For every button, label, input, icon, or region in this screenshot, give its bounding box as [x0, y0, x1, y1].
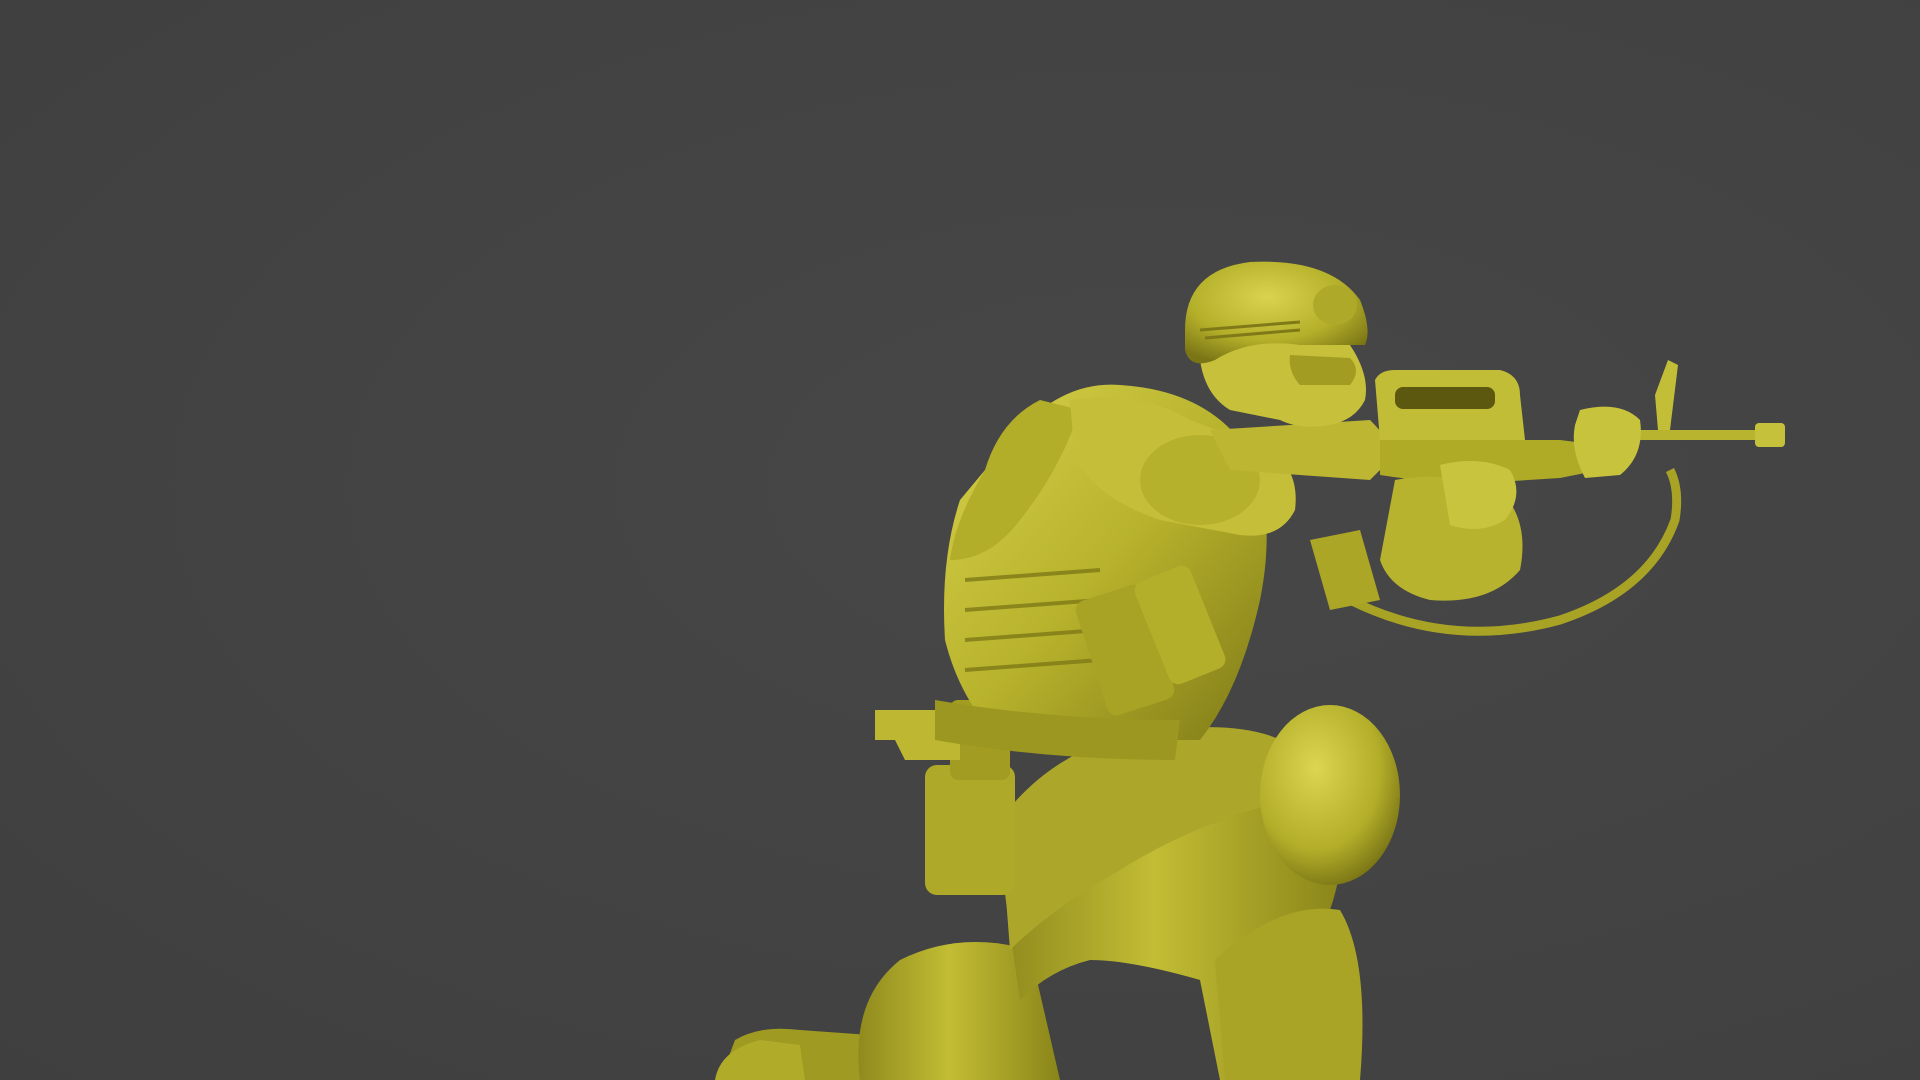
soldier-model — [715, 261, 1785, 1080]
3d-viewport — [0, 0, 1920, 1080]
trigger-hand — [1440, 461, 1517, 529]
rear-boot — [715, 1040, 805, 1080]
knee-pad — [1260, 705, 1400, 885]
